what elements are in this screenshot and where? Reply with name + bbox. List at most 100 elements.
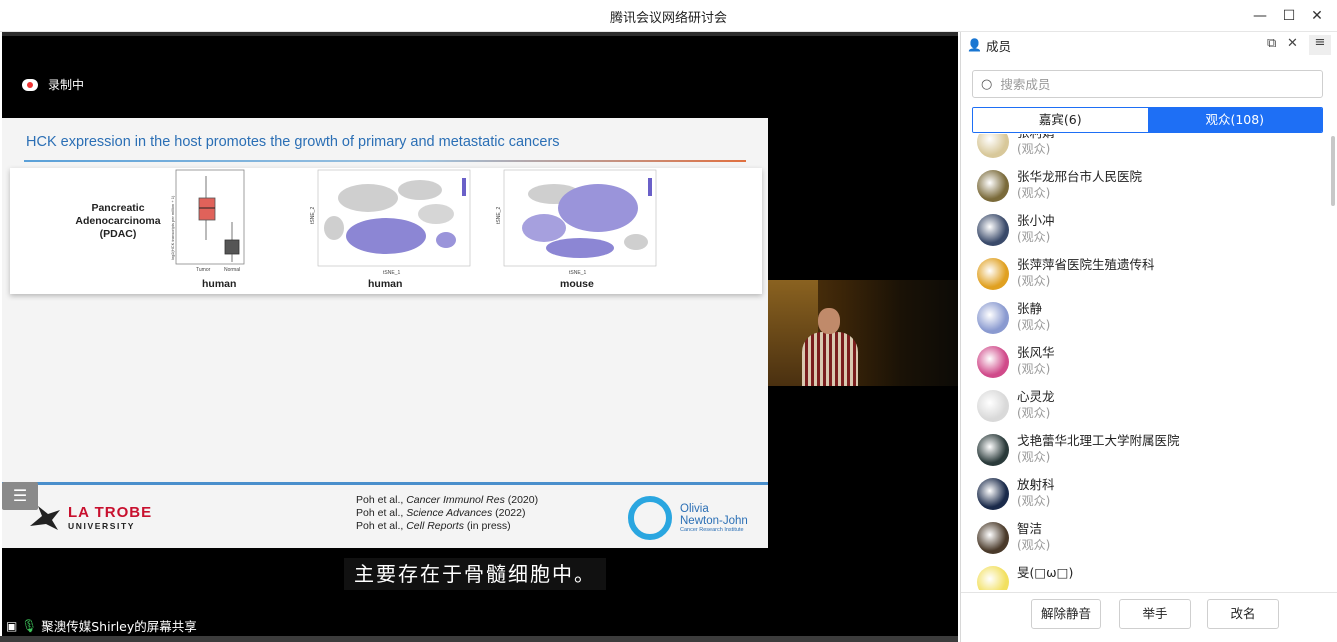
members-panel-header: 👤 成员 [961,32,1337,58]
list-menu-button[interactable]: ☰ [2,482,38,510]
stage-top-border [2,32,958,36]
tsne-human-figure: tSNE_1 tSNE_2 [310,169,471,276]
close-panel-icon[interactable]: ✕ [1287,36,1298,51]
member-role: (观众) [1017,538,1051,552]
reference-list: Poh et al., Cancer Immunol Res (2020) Po… [356,494,538,533]
member-row[interactable]: 张小冲 (观众) [961,208,1337,252]
member-row[interactable]: 心灵龙 (观众) [961,384,1337,428]
figure-panel: Pancreatic Adenocarcinoma (PDAC) Tumor N… [10,168,762,294]
member-row[interactable]: 张利娟(观众) [961,134,1337,164]
member-name: 心灵龙 [1017,389,1055,404]
reference-item: Poh et al., Cancer Immunol Res (2020) [356,494,539,506]
member-search[interactable]: ○ [972,70,1323,98]
reference-item: Poh et al., Cell Reports (in press) [356,520,511,532]
speaker-figure-body [802,332,858,386]
member-name: 放射科 [1017,477,1055,492]
avatar [977,302,1009,334]
member-name: 旻(□ω□) [1017,565,1074,580]
latrobe-logo: LA TROBE UNIVERSITY [28,502,152,532]
member-row[interactable]: 张风华 (观众) [961,340,1337,384]
member-row[interactable]: 放射科 (观众) [961,472,1337,516]
minimize-button[interactable]: — [1250,6,1270,26]
avatar [977,434,1009,466]
member-row[interactable]: 张萍萍省医院生殖遗传科 (观众) [961,252,1337,296]
tsne-mouse-figure: tSNE_1 tSNE_2 [496,169,657,276]
taskbar-strip [0,636,958,642]
tsne-human-y-label: tSNE_2 [310,207,316,224]
member-name: 张小冲 [1017,213,1055,228]
member-tabs: 嘉宾(6) 观众(108) [972,107,1323,133]
unmute-button[interactable]: 解除静音 [1031,599,1101,629]
slide-title-underline [24,160,746,162]
onj-logo: Olivia Newton-John Cancer Research Insti… [628,496,748,540]
scrollbar-thumb[interactable] [1331,136,1335,206]
slide-footer-line [2,482,768,485]
microphone-icon: 🎙 [21,617,38,633]
member-role: (观众) [1017,274,1051,288]
speaker-figure-head [818,308,840,334]
speaker-video [768,280,958,386]
avatar [977,478,1009,510]
cloud-record-icon [22,78,38,91]
panel-label-tsne-human: human [368,278,403,290]
tab-guests[interactable]: 嘉宾(6) [973,108,1148,132]
screen-share-icon: ▣ [6,618,18,633]
member-name: 张萍萍省医院生殖遗传科 [1017,257,1155,272]
raise-hand-button[interactable]: 举手 [1119,599,1191,629]
recording-indicator: 录制中 [22,76,84,93]
boxplot-y-label: log2(HCK transcripts per million + 1) [170,195,175,260]
onj-logo-line2: Newton-John [680,515,748,527]
title-bar: 腾讯会议网络研讨会 — ☐ ✕ [0,0,1337,32]
avatar [977,134,1009,158]
avatar [977,346,1009,378]
presentation-slide: HCK expression in the host promotes the … [2,118,768,548]
search-icon: ○ [981,76,993,92]
latrobe-logo-line1: LA TROBE [68,503,153,521]
member-role: (观众) [1017,318,1051,332]
member-role: (观众) [1017,450,1051,464]
live-subtitle: 主要存在于骨髓细胞中。 [344,558,606,590]
member-role: (观众) [1017,230,1051,244]
member-role: (观众) [1017,406,1051,420]
member-name: 智洁 [1017,521,1043,536]
shared-screen-stage: 录制中 HCK expression in the host promotes … [2,32,958,636]
members-panel-title: 成员 [985,38,1011,54]
tsne-mouse-x-label: tSNE_1 [569,270,586,276]
screen-share-label: ▣ 🎙 聚澳传媒Shirley的屏幕共享 [6,616,197,635]
rename-button[interactable]: 改名 [1207,599,1279,629]
boxplot-figure: Tumor Normal log2(HCK transcripts per mi… [170,169,245,273]
search-input[interactable] [1000,76,1301,92]
reference-item: Poh et al., Science Advances (2022) [356,507,526,519]
tsne-human-x-label: tSNE_1 [383,270,400,276]
avatar [977,258,1009,290]
close-button[interactable]: ✕ [1307,6,1327,26]
panel-footer: 解除静音 举手 改名 [961,592,1337,642]
avatar [977,390,1009,422]
member-row[interactable]: 戈艳蕾华北理工大学附属医院 (观众) [961,428,1337,472]
onj-ring-icon [628,496,672,540]
member-role: (观众) [1017,186,1051,200]
tab-audience[interactable]: 观众(108) [1147,108,1322,132]
member-row[interactable]: 张华龙邢台市人民医院 (观众) [961,164,1337,208]
share-label-text: 聚澳传媒Shirley的屏幕共享 [41,619,197,634]
member-row[interactable]: 张静 (观众) [961,296,1337,340]
popout-icon[interactable]: ⧉ [1267,36,1276,51]
avatar [977,170,1009,202]
panel-label-boxplot: human [202,278,237,290]
panel-menu-icon[interactable]: ≡ [1309,35,1331,55]
panel-label-tsne-mouse: mouse [560,278,594,290]
member-row[interactable]: 旻(□ω□) [961,560,1337,590]
recording-label: 录制中 [48,78,85,92]
onj-logo-line1: Olivia [680,503,709,515]
member-role: (观众) [1017,494,1051,508]
latrobe-logo-line2: UNIVERSITY [68,520,136,531]
member-name: 张华龙邢台市人民医院 [1017,169,1143,184]
maximize-button[interactable]: ☐ [1279,6,1299,26]
onj-logo-line3: Cancer Research Institute [680,527,744,533]
member-name: 张静 [1017,301,1043,316]
person-icon: 👤 [967,38,982,52]
member-row[interactable]: 智洁 (观众) [961,516,1337,560]
member-name: 戈艳蕾华北理工大学附属医院 [1017,433,1180,448]
window-title: 腾讯会议网络研讨会 [609,11,727,26]
tsne-mouse-y-label: tSNE_2 [496,207,502,224]
